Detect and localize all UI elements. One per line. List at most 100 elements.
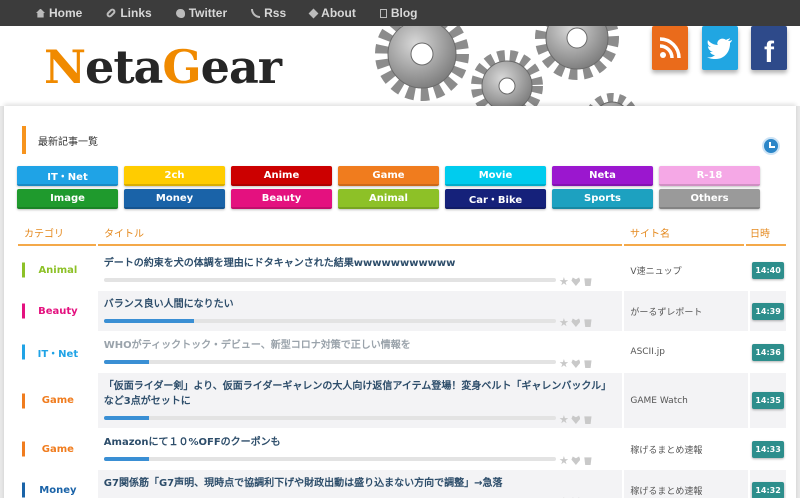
nav-blog-label: Blog xyxy=(390,6,418,20)
header-category[interactable]: カテゴリ xyxy=(18,220,96,246)
category-button-13[interactable]: Others xyxy=(659,189,760,209)
read-progress-bar xyxy=(103,457,556,461)
site-logo[interactable]: NetaGear xyxy=(44,40,282,94)
category-button-4[interactable]: Movie xyxy=(445,166,546,186)
row-time: 14:36 xyxy=(750,332,786,372)
category-button-10[interactable]: Animal xyxy=(338,189,439,209)
facebook-button[interactable]: f xyxy=(751,26,787,70)
table-row[interactable]: Beauty バランス良い人間になりたい がーるずレポート 14:39 xyxy=(18,291,786,332)
category-button-1[interactable]: 2ch xyxy=(124,166,225,186)
row-category-label: Game xyxy=(41,443,74,455)
row-title-cell: バランス良い人間になりたい xyxy=(97,291,623,331)
trash-icon[interactable] xyxy=(584,457,592,465)
twitter-button[interactable] xyxy=(702,26,738,70)
row-site-name[interactable]: ASCII.jp xyxy=(624,332,748,372)
row-time: 14:40 xyxy=(750,250,786,290)
facebook-icon: f xyxy=(764,36,774,69)
read-progress-bar xyxy=(103,278,556,282)
article-title-link[interactable]: バランス良い人間になりたい xyxy=(104,297,617,312)
nav-twitter-label: Twitter xyxy=(188,6,228,20)
site-header: NetaGear f xyxy=(0,26,800,106)
row-category-label: Animal xyxy=(38,264,78,276)
row-site-name[interactable]: GAME Watch xyxy=(624,373,749,428)
category-button-12[interactable]: Sports xyxy=(552,189,653,209)
category-button-11[interactable]: Car・Bike xyxy=(445,189,546,209)
article-title-link[interactable]: WHOがティックトック・デビュー、新型コロナ対策で正しい情報を xyxy=(104,338,617,353)
nav-rss[interactable]: Rss xyxy=(251,6,286,20)
row-category[interactable]: Animal xyxy=(18,250,98,290)
table-row[interactable]: Animal デートの約束を犬の体調を理由にドタキャンされた結果wwwwwwwww… xyxy=(18,250,786,291)
category-button-3[interactable]: Game xyxy=(338,166,439,186)
star-icon[interactable] xyxy=(559,318,569,327)
row-category[interactable]: Game xyxy=(18,373,98,428)
heart-icon[interactable] xyxy=(571,318,581,327)
table-row[interactable]: Game Amazonにて１０%OFFのクーポンも 稼げるまとめ速報 14:33 xyxy=(18,429,786,470)
row-category[interactable]: Game xyxy=(18,429,98,469)
rss-button[interactable] xyxy=(652,26,688,70)
article-title-link[interactable]: Amazonにて１０%OFFのクーポンも xyxy=(104,435,617,450)
row-actions xyxy=(559,359,592,368)
star-icon[interactable] xyxy=(559,277,569,286)
heart-icon[interactable] xyxy=(571,415,581,424)
logo-text-eta: eta xyxy=(85,40,163,94)
header-time[interactable]: 日時 xyxy=(746,220,786,246)
read-progress-bar xyxy=(103,319,556,323)
star-icon[interactable] xyxy=(559,359,569,368)
article-title-link[interactable]: 「仮面ライダー剣」より、仮面ライダーギャレンの大人向け返信アイテム登場！変身ベル… xyxy=(104,379,617,409)
row-category[interactable]: IT・Net xyxy=(18,332,98,372)
header-site[interactable]: サイト名 xyxy=(624,220,744,246)
article-title-link[interactable]: G7関係筋「G7声明、現時点で協調利下げや財政出動は盛り込まない方向で調整」→急… xyxy=(104,476,617,491)
row-site-name[interactable]: 稼げるまとめ速報 xyxy=(624,470,749,498)
table-row[interactable]: IT・Net WHOがティックトック・デビュー、新型コロナ対策で正しい情報を ASC… xyxy=(18,332,786,373)
row-category[interactable]: Beauty xyxy=(18,291,98,331)
trash-icon[interactable] xyxy=(584,416,592,424)
category-button-0[interactable]: IT・Net xyxy=(17,166,118,186)
clock-icon[interactable] xyxy=(762,137,780,155)
row-site-name[interactable]: がーるずレポート xyxy=(624,291,749,331)
row-site-name[interactable]: 稼げるまとめ速報 xyxy=(624,429,748,469)
twitter-icon xyxy=(175,8,185,18)
heart-icon[interactable] xyxy=(571,359,581,368)
time-badge: 14:32 xyxy=(752,481,784,498)
row-time: 14:39 xyxy=(750,291,786,331)
table-row[interactable]: Money G7関係筋「G7声明、現時点で協調利下げや財政出動は盛り込まない方向で… xyxy=(18,470,786,498)
star-icon[interactable] xyxy=(559,456,569,465)
heart-icon[interactable] xyxy=(571,456,581,465)
nav-home[interactable]: Home xyxy=(36,6,82,20)
nav-links[interactable]: Links xyxy=(105,6,152,20)
category-button-2[interactable]: Anime xyxy=(231,166,332,186)
time-badge: 14:33 xyxy=(752,440,784,458)
category-button-5[interactable]: Neta xyxy=(552,166,653,186)
row-site-name[interactable]: V速ニュップ xyxy=(624,250,748,290)
row-actions xyxy=(559,456,592,465)
link-icon xyxy=(105,7,118,19)
trash-icon[interactable] xyxy=(584,319,592,327)
nav-about[interactable]: About xyxy=(308,6,356,20)
row-category-label: Game xyxy=(41,395,74,406)
star-icon[interactable] xyxy=(559,415,569,424)
table-row[interactable]: Game 「仮面ライダー剣」より、仮面ライダーギャレンの大人向け返信アイテム登場！… xyxy=(18,373,786,429)
document-icon xyxy=(379,8,387,18)
read-progress-bar xyxy=(103,360,556,364)
time-badge: 14:39 xyxy=(752,302,784,320)
nav-twitter[interactable]: Twitter xyxy=(175,6,228,20)
category-button-6[interactable]: R-18 xyxy=(659,166,760,186)
row-category[interactable]: Money xyxy=(18,470,98,498)
nav-links-label: Links xyxy=(120,6,152,20)
time-badge: 14:40 xyxy=(752,261,784,279)
heart-icon[interactable] xyxy=(571,277,581,286)
rss-icon xyxy=(659,37,681,59)
category-button-8[interactable]: Money xyxy=(124,189,225,209)
category-button-7[interactable]: Image xyxy=(17,189,118,209)
row-actions xyxy=(559,415,592,424)
category-button-9[interactable]: Beauty xyxy=(231,189,332,209)
trash-icon[interactable] xyxy=(584,360,592,368)
nav-home-label: Home xyxy=(49,6,83,20)
category-color-bar xyxy=(22,441,25,457)
category-color-bar xyxy=(22,344,25,360)
nav-blog[interactable]: Blog xyxy=(379,6,418,20)
row-time: 14:32 xyxy=(750,470,786,498)
header-title[interactable]: タイトル xyxy=(98,220,622,246)
article-title-link[interactable]: デートの約束を犬の体調を理由にドタキャンされた結果wwwwwwwwwww xyxy=(104,256,617,271)
trash-icon[interactable] xyxy=(584,278,592,286)
